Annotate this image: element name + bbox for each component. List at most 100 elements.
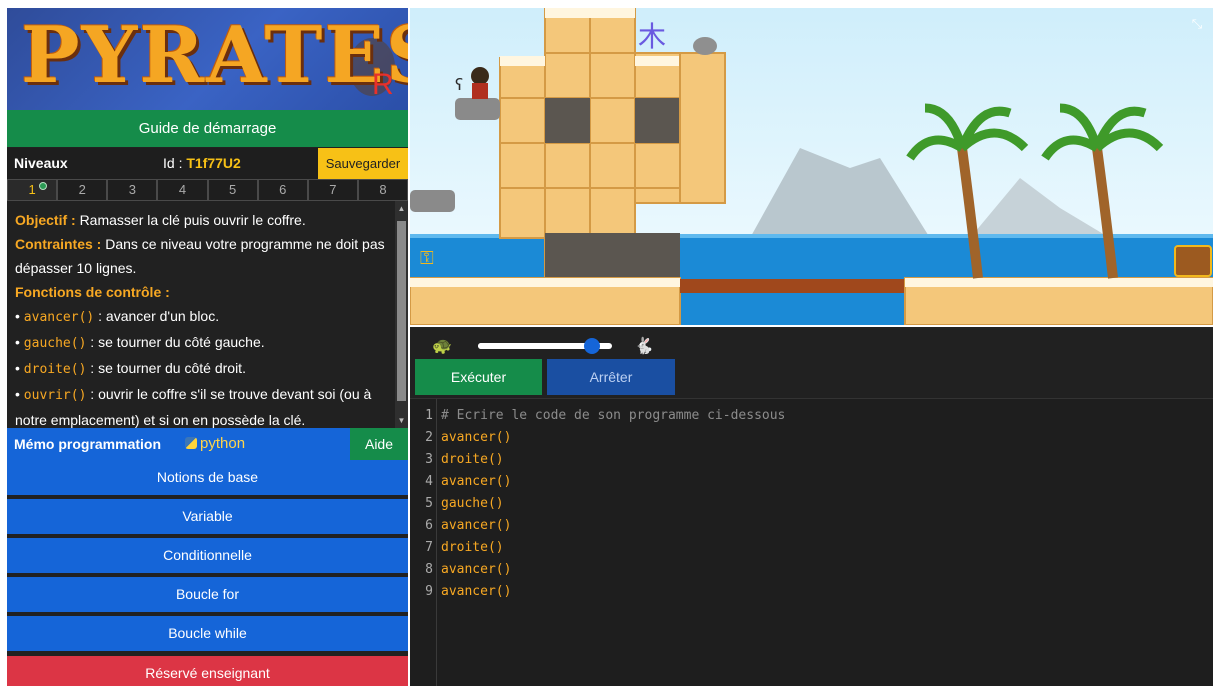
level-tab-label: 7 — [329, 182, 337, 197]
logo-badge: R — [372, 68, 394, 101]
scroll-down-icon[interactable]: ▼ — [397, 416, 406, 425]
wooden-bridge — [680, 279, 905, 293]
background-mountain — [970, 178, 1110, 238]
stop-button[interactable]: Arrêter — [547, 359, 675, 395]
code-line[interactable]: 5 gauche() — [410, 493, 1213, 515]
sand-top — [410, 278, 680, 287]
line-number: 7 — [425, 540, 433, 555]
level-tab-label: 1 — [28, 182, 36, 197]
objective-label: Objectif : — [15, 212, 76, 228]
python-logo: python — [185, 428, 245, 460]
list-item: ouvrir() : ouvrir le coffre s'il se trou… — [15, 382, 387, 428]
level-tab-3[interactable]: 3 — [107, 179, 158, 201]
level-tab-1[interactable]: 1 — [7, 179, 58, 201]
levels-title: Niveaux — [14, 155, 68, 171]
background-mountain — [750, 148, 930, 238]
level-tab-label: 3 — [128, 182, 136, 197]
save-button[interactable]: Sauvegarder — [318, 148, 408, 179]
scrollbar-thumb[interactable] — [397, 221, 406, 401]
python-icon — [185, 437, 197, 449]
stone-ledge — [410, 190, 455, 212]
code-line[interactable]: 6 avancer() — [410, 515, 1213, 537]
level-tab-label: 4 — [178, 182, 187, 197]
rock — [693, 37, 717, 55]
game-scene: ⽊ ʕ ⚿ — [410, 8, 1213, 325]
functions-list: avancer() : avancer d'un bloc. gauche() … — [15, 304, 387, 428]
level-description: Objectif : Ramasser la clé puis ouvrir l… — [7, 201, 395, 428]
line-number: 4 — [425, 474, 433, 489]
memo-for-loop-button[interactable]: Boucle for — [7, 577, 408, 612]
pirate-hat — [471, 67, 489, 85]
code-line[interactable]: 1 # Ecrire le code de son programme ci-de… — [410, 405, 1213, 427]
level-id-label: Id : — [163, 155, 183, 171]
line-number: 2 — [425, 430, 433, 445]
memo-basics-button[interactable]: Notions de base — [7, 460, 408, 495]
speed-slider-knob[interactable] — [583, 338, 600, 354]
scroll-up-icon[interactable]: ▲ — [397, 204, 406, 213]
memo-title: Mémo programmation — [14, 436, 162, 452]
code-text: avancer() — [441, 584, 512, 599]
line-number: 3 — [425, 452, 433, 467]
pirate-character — [472, 83, 488, 99]
level-tab-label: 5 — [228, 182, 237, 197]
collapse-fullscreen-icon[interactable]: ⤡ — [1189, 16, 1205, 32]
left-panel: PYRATES R Guide de démarrage Niveaux Id … — [7, 8, 408, 686]
functions-label: Fonctions de contrôle : — [15, 284, 170, 300]
list-item: avancer() : avancer d'un bloc. — [15, 304, 387, 330]
line-number: 6 — [425, 518, 433, 533]
description-scrollbar[interactable]: ▲ ▼ — [395, 201, 408, 428]
code-line[interactable]: 7 droite() — [410, 537, 1213, 559]
code-editor[interactable]: 1 # Ecrire le code de son programme ci-de… — [410, 398, 1213, 686]
code-line[interactable]: 8 avancer() — [410, 559, 1213, 581]
list-item: droite() : se tourner du côté droit. — [15, 356, 387, 382]
function-code: droite() — [23, 362, 87, 377]
level-tab-4[interactable]: 4 — [157, 179, 208, 201]
speed-slider[interactable] — [478, 338, 612, 354]
code-text: droite() — [441, 540, 504, 555]
key-icon: ⚿ — [420, 248, 434, 269]
level-id: Id : T1f77U2 — [163, 148, 241, 179]
function-code: gauche() — [23, 336, 87, 351]
code-line[interactable]: 4 avancer() — [410, 471, 1213, 493]
code-text: avancer() — [441, 430, 512, 445]
line-number: 1 — [425, 408, 433, 423]
memo-while-loop-button[interactable]: Boucle while — [7, 616, 408, 651]
code-line[interactable]: 3 droite() — [410, 449, 1213, 471]
level-tab-5[interactable]: 5 — [207, 179, 258, 201]
execution-controls: 🐢 🐇 Exécuter Arrêter — [410, 327, 1213, 398]
level-tab-label: 8 — [379, 182, 387, 197]
level-tab-6[interactable]: 6 — [257, 179, 308, 201]
help-button[interactable]: Aide — [350, 428, 408, 460]
code-line[interactable]: 2 avancer() — [410, 427, 1213, 449]
code-text: avancer() — [441, 474, 512, 489]
code-text: avancer() — [441, 518, 512, 533]
treasure-chest-icon — [1174, 245, 1212, 277]
code-text: # Ecrire le code de son programme ci-des… — [441, 408, 786, 423]
code-text: droite() — [441, 452, 504, 467]
function-code: avancer() — [23, 310, 95, 325]
rabbit-icon: 🐇 — [634, 338, 654, 355]
memo-variable-button[interactable]: Variable — [7, 499, 408, 534]
function-code: ouvrir() — [23, 388, 87, 403]
objective-text: Ramasser la clé puis ouvrir le coffre. — [79, 212, 306, 228]
memo-conditional-button[interactable]: Conditionnelle — [7, 538, 408, 573]
level-tab-2[interactable]: 2 — [57, 179, 108, 201]
getting-started-guide-button[interactable]: Guide de démarrage — [7, 110, 408, 147]
pyrates-logo: PYRATES R — [7, 8, 408, 110]
logo-text: PYRATES — [21, 10, 408, 101]
level-tab-8[interactable]: 8 — [357, 179, 408, 201]
levels-header: Niveaux Id : T1f77U2 Sauvegarder — [7, 148, 408, 179]
level-completed-dot-icon — [39, 182, 48, 190]
level-tab-label: 6 — [279, 182, 287, 197]
objective-line: Objectif : Ramasser la clé puis ouvrir l… — [15, 208, 387, 232]
level-tabs: 1 2 3 4 5 6 7 8 — [7, 179, 408, 201]
constraints-line: Contraintes : Dans ce niveau votre progr… — [15, 232, 387, 280]
constraints-label: Contraintes : — [15, 236, 102, 252]
teacher-reserved-button[interactable]: Réservé enseignant — [7, 656, 408, 686]
code-line[interactable]: 9 avancer() — [410, 581, 1213, 603]
turtle-icon: 🐢 — [432, 338, 452, 355]
speed-slider-fill — [478, 343, 592, 349]
run-button[interactable]: Exécuter — [415, 359, 542, 395]
level-tab-7[interactable]: 7 — [307, 179, 358, 201]
list-item: gauche() : se tourner du côté gauche. — [15, 330, 387, 356]
